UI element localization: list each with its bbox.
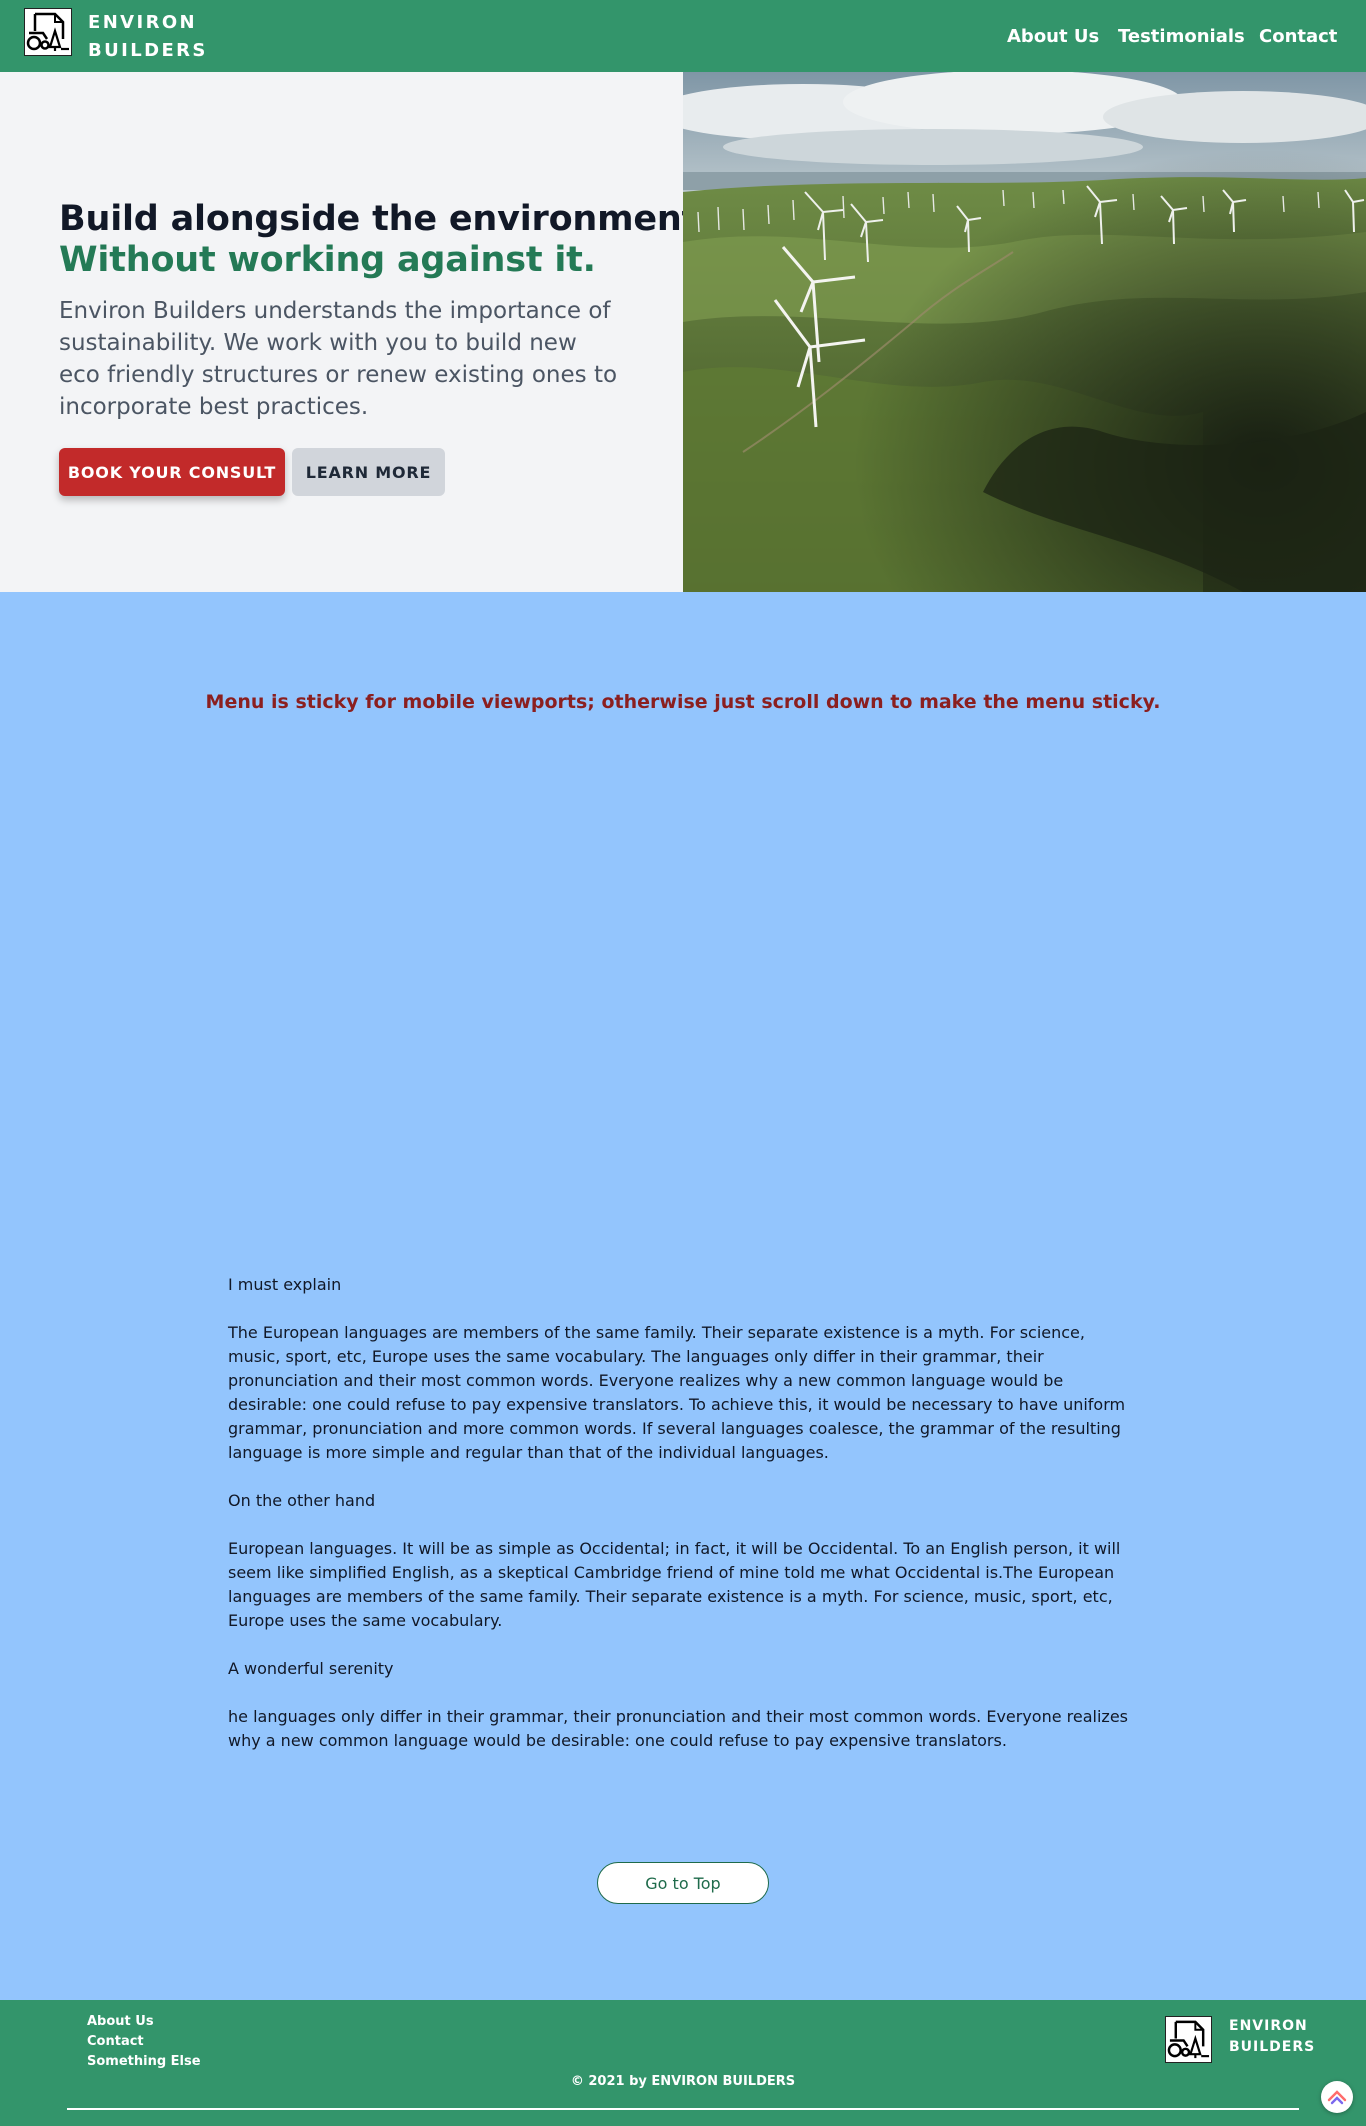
navbar: ENVIRON BUILDERS About Us Testimonials C… (0, 0, 1366, 72)
nav-contact[interactable]: Contact (1259, 25, 1337, 49)
floating-widget-button[interactable] (1321, 2081, 1353, 2113)
footer-brand-line2: BUILDERS (1229, 2039, 1316, 2055)
hero-description: Environ Builders understands the importa… (59, 298, 618, 420)
hero-title-accent: Without working against it. (59, 240, 596, 280)
article-heading: A wonderful serenity (228, 1659, 394, 1678)
logo-icon[interactable] (24, 8, 72, 56)
nav-testimonials[interactable]: Testimonials (1118, 25, 1245, 49)
book-consult-button[interactable]: BOOK YOUR CONSULT (59, 448, 285, 496)
wind-farm-image-icon (683, 72, 1366, 592)
copyright: © 2021 by ENVIRON BUILDERS (570, 2074, 796, 2089)
hero-image (683, 72, 1366, 592)
article-paragraph: he languages only differ in their gramma… (228, 1707, 1128, 1750)
brand-line2: BUILDERS (88, 40, 208, 61)
footer-brand: ENVIRON BUILDERS (1229, 2016, 1315, 2058)
widget-logo-icon (1327, 2090, 1347, 2105)
footer-link-about-us[interactable]: About Us (87, 2013, 154, 2031)
brand-name[interactable]: ENVIRON BUILDERS (88, 9, 208, 65)
sticky-menu-notice: Menu is sticky for mobile viewports; oth… (205, 691, 1161, 713)
article-heading: On the other hand (228, 1491, 376, 1510)
article-paragraph: European languages. It will be as simple… (228, 1539, 1121, 1630)
go-to-top-button[interactable]: Go to Top (597, 1862, 769, 1904)
nav-about-us[interactable]: About Us (1007, 25, 1099, 49)
footer-logo-icon[interactable] (1165, 2016, 1212, 2063)
footer-link-something-else[interactable]: Something Else (87, 2053, 201, 2071)
brand-line1: ENVIRON (88, 12, 198, 33)
tractor-tree-logo-icon (1167, 2020, 1210, 2059)
footer-brand-line1: ENVIRON (1229, 2018, 1308, 2034)
hero-title: Build alongside the environment. (59, 199, 712, 239)
tractor-tree-logo-icon (26, 12, 69, 51)
footer-divider (67, 2108, 1299, 2110)
article-paragraph: The European languages are members of th… (228, 1323, 1126, 1462)
article-heading: I must explain (228, 1275, 342, 1294)
footer-link-contact[interactable]: Contact (87, 2033, 144, 2051)
learn-more-button[interactable]: LEARN MORE (292, 448, 445, 496)
article: I must explain The European languages ar… (228, 1273, 1138, 1777)
